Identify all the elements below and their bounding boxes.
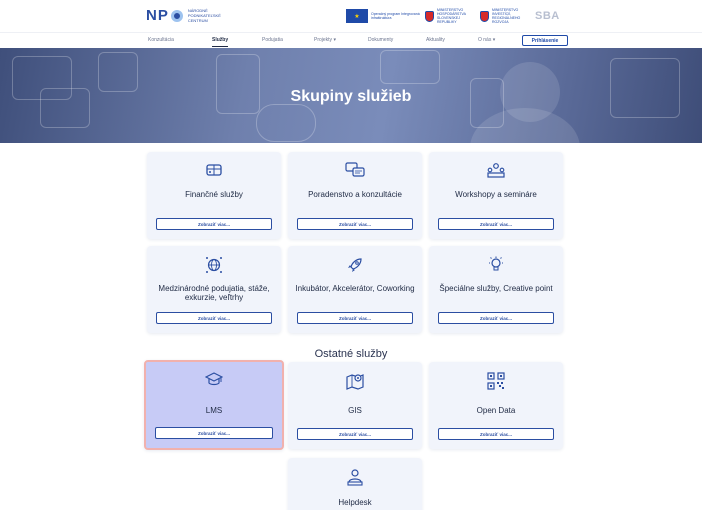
- service-card-helpdesk: Helpdesk: [288, 458, 422, 510]
- service-card-poradenstvo: Poradenstvo a konzultácie Zobraziť viac.…: [288, 152, 422, 239]
- show-more-button[interactable]: Zobraziť viac...: [297, 218, 413, 230]
- hero-banner: Skupiny služieb: [0, 48, 702, 143]
- card-title: Inkubátor, Akcelerátor, Coworking: [295, 284, 415, 293]
- chat-icon: [288, 162, 422, 180]
- hero-decor: [98, 52, 138, 92]
- helpdesk-icon: [288, 468, 422, 486]
- ministry-economy-logo: MINISTERSTVO HOSPODÁRSTVA SLOVENSKEJ REP…: [425, 8, 475, 24]
- card-title: GIS: [348, 406, 362, 415]
- nav-item-aktuality[interactable]: Aktuality: [426, 37, 445, 43]
- top-header: NP NÁRODNÉ PODNIKATEĽSKÉ CENTRUM ★ Opera…: [0, 0, 702, 32]
- service-card-workshopy: Workshopy a semináre Zobraziť viac...: [429, 152, 563, 239]
- eu-sponsor-logo: ★ Operačný program Integrovaná infraštru…: [346, 9, 423, 23]
- workshop-icon: [429, 162, 563, 180]
- nav-item-sluzby[interactable]: Služby: [212, 37, 229, 47]
- nav-item-projekty-label: Projekty: [314, 37, 333, 43]
- npo-logo-subtitle: NÁRODNÉ PODNIKATEĽSKÉ CENTRUM: [187, 8, 221, 23]
- ministry-investment-logo: MINISTERSTVO INVESTÍCIÍ, REGIONÁLNEHO RO…: [480, 8, 530, 24]
- card-title: Poradenstvo a konzultácie: [308, 190, 402, 199]
- show-more-button[interactable]: Zobraziť viac...: [297, 428, 413, 440]
- card-title: LMS: [205, 406, 223, 415]
- show-more-button[interactable]: Zobraziť viac...: [155, 427, 273, 439]
- service-card-lms: LMS Zobraziť viac...: [144, 360, 284, 450]
- graduation-cap-icon: [146, 372, 282, 390]
- nav-item-podujatia[interactable]: Podujatia: [262, 37, 283, 43]
- nav-item-o-nas[interactable]: O nás ▾: [478, 37, 495, 43]
- hero-decor: [380, 50, 440, 84]
- map-pin-icon: [288, 372, 422, 390]
- service-card-gis: GIS Zobraziť viac...: [288, 362, 422, 449]
- show-more-button[interactable]: Zobraziť viac...: [156, 312, 272, 324]
- rocket-icon: [288, 256, 422, 274]
- service-card-financne-sluzby: Finančné služby Zobraziť viac...: [147, 152, 281, 239]
- money-icon: [147, 162, 281, 180]
- card-title: Open Data: [476, 406, 516, 415]
- coat-of-arms-icon: [425, 10, 434, 22]
- lightbulb-icon: [429, 256, 563, 274]
- card-title: Špeciálne služby, Creative point: [439, 284, 553, 293]
- eu-flag-icon: ★: [346, 9, 368, 23]
- sba-logo-text: SBA: [535, 10, 560, 22]
- login-button[interactable]: Prihlásenie: [522, 35, 568, 46]
- service-card-specialne-sluzby: Špeciálne služby, Creative point Zobrazi…: [429, 246, 563, 333]
- card-title: Helpdesk: [338, 498, 372, 507]
- card-title: Workshopy a semináre: [455, 190, 537, 199]
- nav-item-dokumenty[interactable]: Dokumenty: [368, 37, 393, 43]
- ministry-investment-text: MINISTERSTVO INVESTÍCIÍ, REGIONÁLNEHO RO…: [492, 8, 521, 24]
- show-more-button[interactable]: Zobraziť viac...: [297, 312, 413, 324]
- qr-code-icon: [429, 372, 563, 390]
- globe-icon: [147, 256, 281, 274]
- service-card-open-data: Open Data Zobraziť viac...: [429, 362, 563, 449]
- npo-logo[interactable]: NP NÁRODNÉ PODNIKATEĽSKÉ CENTRUM: [146, 7, 228, 24]
- hero-decor: [256, 104, 316, 142]
- npo-logo-mark: [170, 9, 183, 22]
- coat-of-arms-icon: [480, 10, 489, 22]
- card-title: Finančné služby: [185, 190, 243, 199]
- main-nav: Konzultácia Služby Podujatia Projekty ▾ …: [0, 32, 702, 48]
- service-card-inkubator: Inkubátor, Akcelerátor, Coworking Zobraz…: [288, 246, 422, 333]
- nav-item-konzultacia[interactable]: Konzultácia: [148, 37, 174, 43]
- show-more-button[interactable]: Zobraziť viac...: [438, 428, 554, 440]
- service-card-medzinarodne-podujatia: Medzinárodné podujatia, stáže, exkurzie,…: [147, 246, 281, 333]
- ministry-economy-text: MINISTERSTVO HOSPODÁRSTVA SLOVENSKEJ REP…: [437, 8, 466, 24]
- show-more-button[interactable]: Zobraziť viac...: [438, 312, 554, 324]
- show-more-button[interactable]: Zobraziť viac...: [156, 218, 272, 230]
- page-title: Skupiny služieb: [290, 88, 412, 105]
- show-more-button[interactable]: Zobraziť viac...: [438, 218, 554, 230]
- npo-logo-text: NP: [146, 7, 169, 24]
- sba-logo: SBA: [535, 9, 560, 23]
- nav-item-o-nas-label: O nás: [478, 37, 492, 43]
- other-services-heading: Ostatné služby: [314, 348, 388, 360]
- eu-sponsor-text: Operačný program Integrovaná infraštrukt…: [371, 12, 420, 20]
- nav-item-projekty[interactable]: Projekty ▾: [314, 37, 336, 43]
- card-title: Medzinárodné podujatia, stáže, exkurzie,…: [158, 284, 270, 302]
